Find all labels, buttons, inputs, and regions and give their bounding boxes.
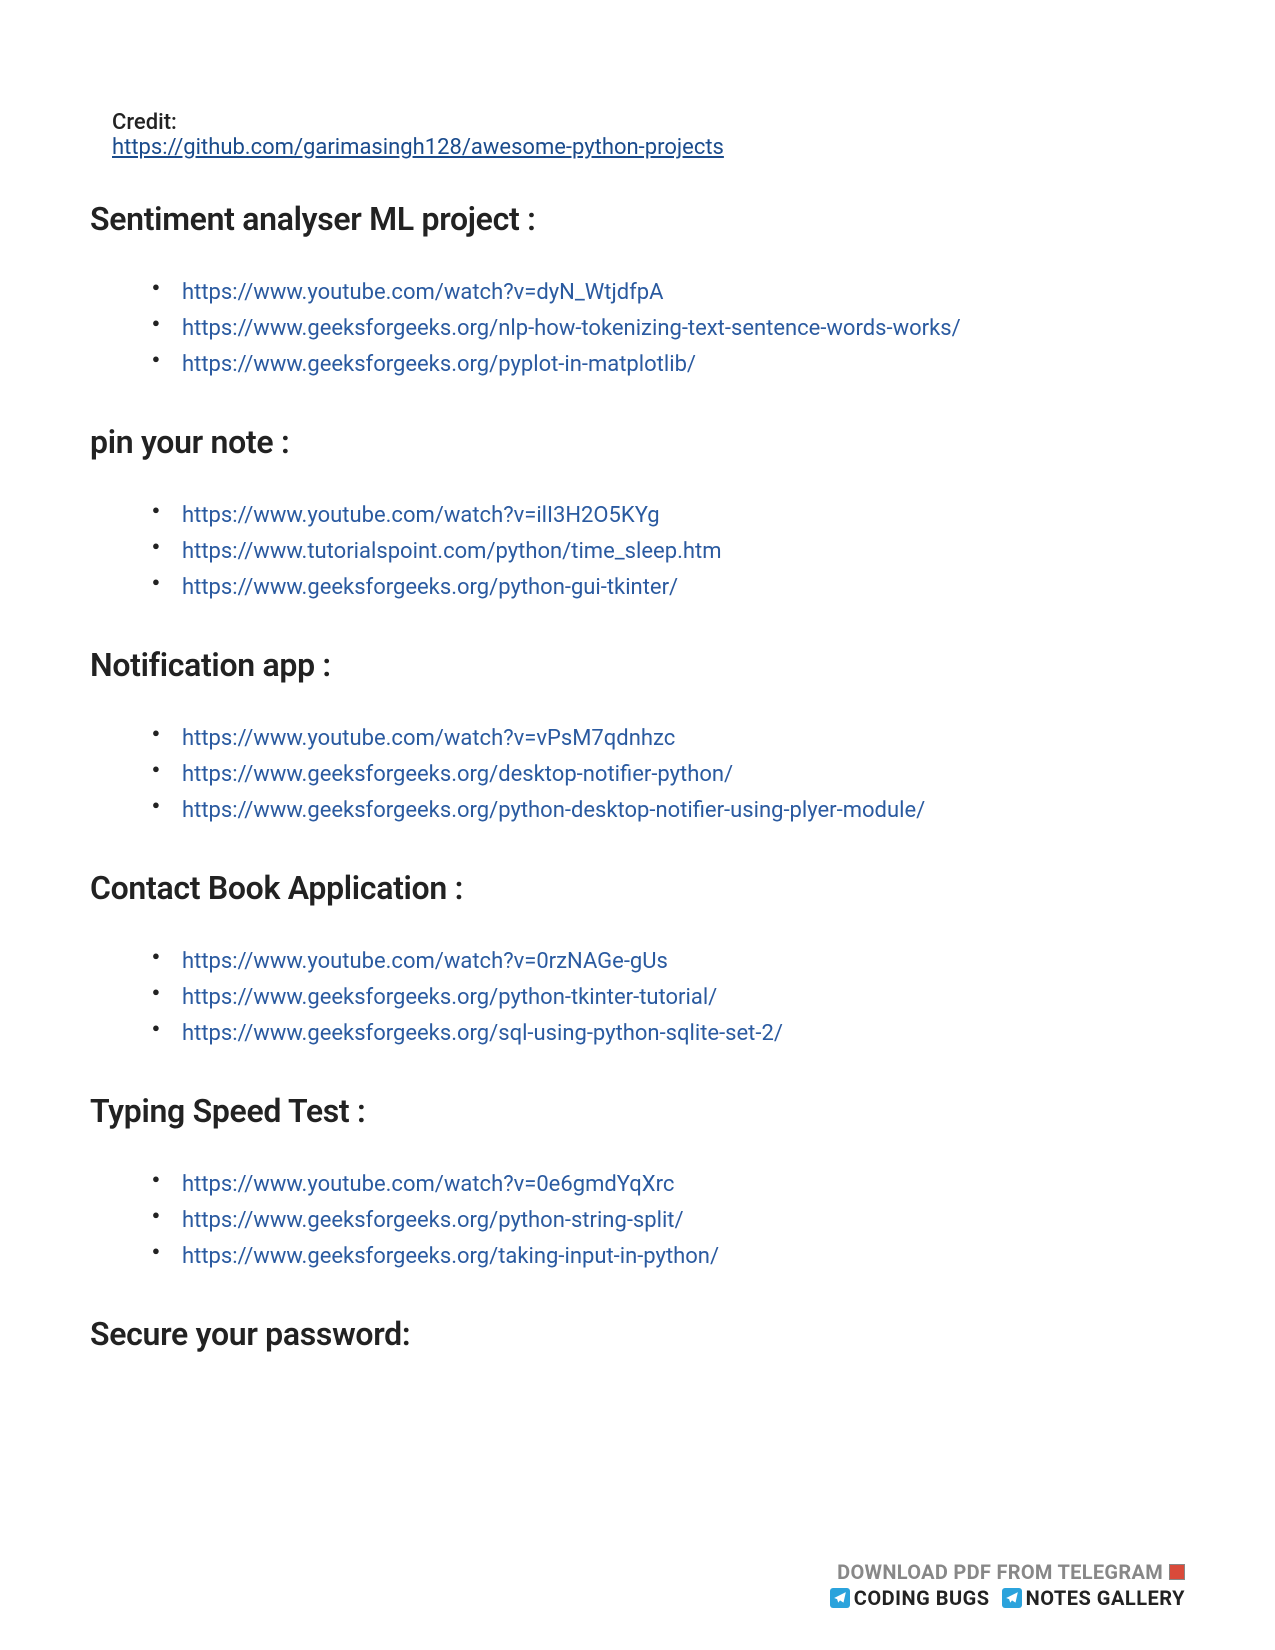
- list-item: https://www.geeksforgeeks.org/python-str…: [152, 1204, 1185, 1237]
- list-item: https://www.youtube.com/watch?v=0e6gmdYq…: [152, 1168, 1185, 1201]
- resource-link[interactable]: https://www.geeksforgeeks.org/pyplot-in-…: [182, 352, 696, 377]
- footer-square-icon: [1169, 1564, 1185, 1580]
- section-heading: Typing Speed Test :: [90, 1092, 1185, 1130]
- list-item: https://www.geeksforgeeks.org/sql-using-…: [152, 1017, 1185, 1050]
- link-list: https://www.youtube.com/watch?v=vPsM7qdn…: [152, 722, 1185, 827]
- section-heading: Contact Book Application :: [90, 869, 1185, 907]
- resource-link[interactable]: https://www.geeksforgeeks.org/python-tki…: [182, 985, 717, 1010]
- footer-channel-1: CODING BUGS: [854, 1586, 990, 1610]
- list-item: https://www.youtube.com/watch?v=vPsM7qdn…: [152, 722, 1185, 755]
- list-item: https://www.youtube.com/watch?v=ilI3H2O5…: [152, 499, 1185, 532]
- list-item: https://www.geeksforgeeks.org/python-des…: [152, 794, 1185, 827]
- list-item: https://www.geeksforgeeks.org/pyplot-in-…: [152, 348, 1185, 381]
- link-list: https://www.youtube.com/watch?v=ilI3H2O5…: [152, 499, 1185, 604]
- footer: DOWNLOAD PDF FROM TELEGRAM CODING BUGS N…: [830, 1560, 1185, 1610]
- link-list: https://www.youtube.com/watch?v=0rzNAGe-…: [152, 945, 1185, 1050]
- list-item: https://www.geeksforgeeks.org/taking-inp…: [152, 1240, 1185, 1273]
- resource-link[interactable]: https://www.geeksforgeeks.org/sql-using-…: [182, 1021, 783, 1046]
- credit-label: Credit:: [112, 110, 1185, 135]
- telegram-icon: [830, 1588, 850, 1608]
- link-list: https://www.youtube.com/watch?v=0e6gmdYq…: [152, 1168, 1185, 1273]
- credit-link[interactable]: https://github.com/garimasingh128/awesom…: [112, 135, 724, 160]
- telegram-icon: [1002, 1588, 1022, 1608]
- footer-download-line: DOWNLOAD PDF FROM TELEGRAM: [830, 1560, 1185, 1584]
- section-heading: Notification app :: [90, 646, 1185, 684]
- resource-link[interactable]: https://www.tutorialspoint.com/python/ti…: [182, 539, 721, 564]
- resource-link[interactable]: https://www.youtube.com/watch?v=dyN_Wtjd…: [182, 280, 664, 305]
- list-item: https://www.youtube.com/watch?v=0rzNAGe-…: [152, 945, 1185, 978]
- section-heading: Sentiment analyser ML project :: [90, 200, 1185, 238]
- document-page: Credit: https://github.com/garimasingh12…: [0, 0, 1275, 1353]
- footer-channels-line: CODING BUGS NOTES GALLERY: [830, 1586, 1185, 1610]
- resource-link[interactable]: https://www.geeksforgeeks.org/python-des…: [182, 798, 925, 823]
- footer-channel-2: NOTES GALLERY: [1026, 1586, 1185, 1610]
- resource-link[interactable]: https://www.geeksforgeeks.org/python-gui…: [182, 575, 678, 600]
- link-list: https://www.youtube.com/watch?v=dyN_Wtjd…: [152, 276, 1185, 381]
- footer-download-text: DOWNLOAD PDF FROM TELEGRAM: [837, 1560, 1163, 1584]
- resource-link[interactable]: https://www.geeksforgeeks.org/nlp-how-to…: [182, 316, 961, 341]
- sections-container: Sentiment analyser ML project : https://w…: [90, 200, 1185, 1353]
- list-item: https://www.youtube.com/watch?v=dyN_Wtjd…: [152, 276, 1185, 309]
- credit-block: Credit: https://github.com/garimasingh12…: [112, 110, 1185, 160]
- resource-link[interactable]: https://www.youtube.com/watch?v=ilI3H2O5…: [182, 503, 660, 528]
- list-item: https://www.geeksforgeeks.org/nlp-how-to…: [152, 312, 1185, 345]
- section-heading: pin your note :: [90, 423, 1185, 461]
- resource-link[interactable]: https://www.geeksforgeeks.org/python-str…: [182, 1208, 684, 1233]
- resource-link[interactable]: https://www.youtube.com/watch?v=0e6gmdYq…: [182, 1172, 674, 1197]
- resource-link[interactable]: https://www.geeksforgeeks.org/desktop-no…: [182, 762, 733, 787]
- section-heading: Secure your password:: [90, 1315, 1185, 1353]
- resource-link[interactable]: https://www.youtube.com/watch?v=0rzNAGe-…: [182, 949, 668, 974]
- resource-link[interactable]: https://www.geeksforgeeks.org/taking-inp…: [182, 1244, 719, 1269]
- list-item: https://www.geeksforgeeks.org/desktop-no…: [152, 758, 1185, 791]
- list-item: https://www.tutorialspoint.com/python/ti…: [152, 535, 1185, 568]
- list-item: https://www.geeksforgeeks.org/python-gui…: [152, 571, 1185, 604]
- list-item: https://www.geeksforgeeks.org/python-tki…: [152, 981, 1185, 1014]
- resource-link[interactable]: https://www.youtube.com/watch?v=vPsM7qdn…: [182, 726, 675, 751]
